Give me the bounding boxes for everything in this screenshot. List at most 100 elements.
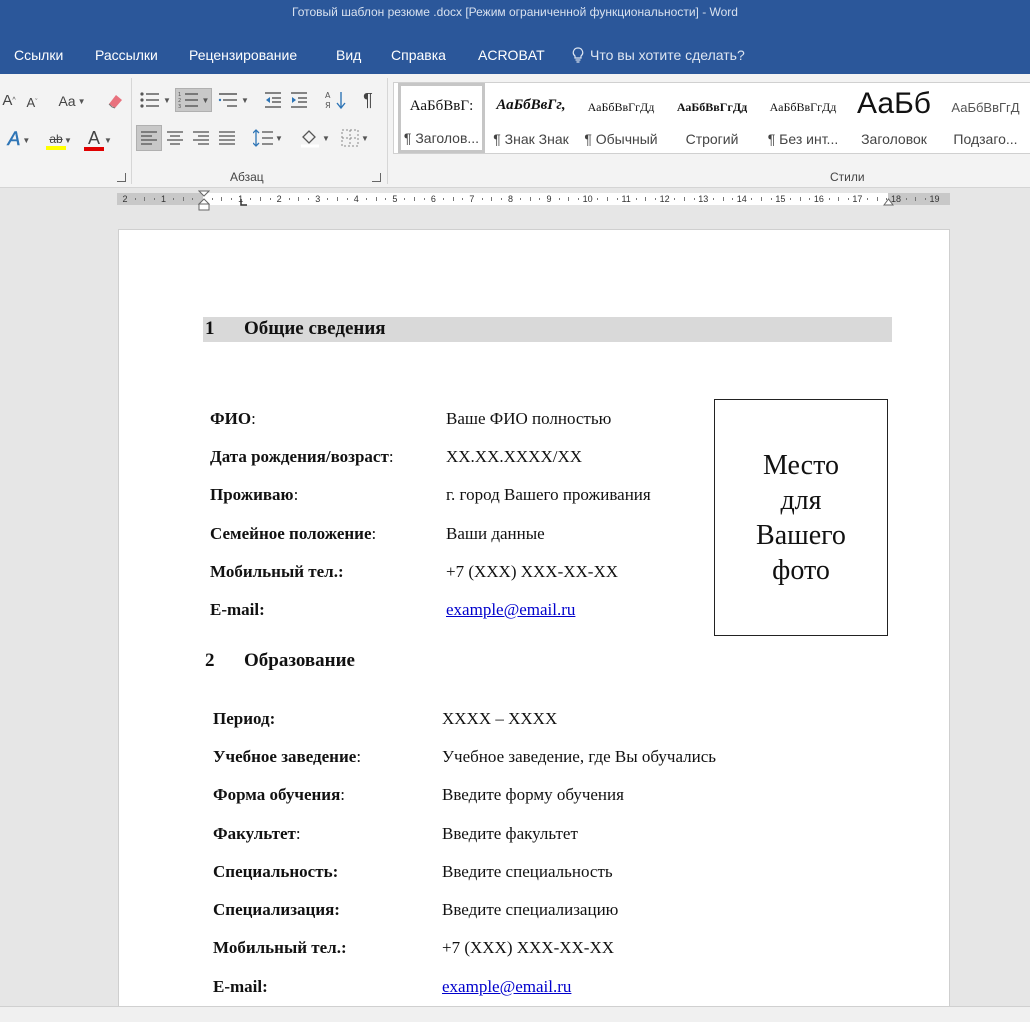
style-no-spacing[interactable]: АаБбВвГгДд ¶ Без инт...: [758, 83, 848, 153]
ruler-tick: [876, 197, 878, 201]
email-link[interactable]: example@email.ru: [446, 600, 575, 620]
ruler-tick: [211, 198, 213, 200]
ruler-tick: [712, 198, 714, 200]
tab-review[interactable]: Рецензирование: [189, 30, 297, 74]
photo-placeholder[interactable]: Место для Вашего фото: [714, 399, 888, 636]
ruler-number: 10: [582, 194, 593, 204]
increase-indent-button[interactable]: [287, 88, 311, 112]
sort-button[interactable]: AЯ: [323, 88, 349, 112]
borders-icon: [341, 129, 359, 147]
style-title[interactable]: АаБб Заголовок: [850, 83, 938, 153]
grow-font-icon: A: [2, 91, 13, 109]
tell-me-label: Что вы хотите сделать?: [590, 47, 745, 63]
align-center-button[interactable]: [163, 125, 187, 151]
value-mobile[interactable]: +7 (XXX) XXX-XX-XX: [446, 562, 618, 582]
tab-view[interactable]: Вид: [336, 30, 361, 74]
ruler-tick: [838, 197, 840, 201]
align-right-button[interactable]: [189, 125, 213, 151]
text-effects-button[interactable]: A ▼: [2, 128, 36, 152]
style-name: ¶ Без инт...: [767, 131, 839, 147]
label-email: E-mail:: [210, 600, 265, 619]
borders-button[interactable]: ▼: [336, 125, 374, 151]
decrease-indent-button[interactable]: [261, 88, 285, 112]
shrink-font-button[interactable]: Aˇ: [22, 92, 42, 112]
style-name: ¶ Знак Знак: [493, 131, 569, 147]
style-strong[interactable]: АаБбВвГгДд Строгий: [667, 83, 757, 153]
paragraph-dialog-launcher[interactable]: [372, 173, 381, 182]
font-color-dropdown[interactable]: ▼: [102, 134, 112, 146]
label-email: E-mail:: [213, 977, 268, 996]
show-formatting-button[interactable]: ¶: [357, 88, 379, 112]
grow-font-button[interactable]: A ^: [0, 90, 18, 110]
shrink-font-icon: A: [26, 94, 36, 110]
tab-mailings[interactable]: Рассылки: [95, 30, 158, 74]
change-case-button[interactable]: Aa ▼: [55, 90, 89, 112]
tab-help[interactable]: Справка: [391, 30, 446, 74]
highlight-color-swatch: [46, 146, 66, 150]
value-birthdate[interactable]: XX.XX.XXXX/XX: [446, 447, 582, 467]
highlight-dropdown[interactable]: ▼: [62, 134, 72, 146]
paragraph-group-label: Абзац: [230, 170, 264, 184]
tab-links[interactable]: Ссылки: [14, 30, 63, 74]
ruler-tick: [231, 198, 232, 200]
ruler-tick: [346, 198, 348, 200]
ruler-tick: [452, 197, 454, 201]
font-dialog-launcher[interactable]: [117, 173, 126, 182]
align-left-button[interactable]: [136, 125, 162, 151]
ruler-tick: [443, 198, 445, 200]
numbering-button[interactable]: 1 2 3 ▼: [175, 88, 212, 112]
line-spacing-button[interactable]: ▼: [250, 125, 286, 151]
ruler-left-margin: [117, 193, 203, 205]
ruler-number: 13: [698, 194, 709, 204]
value-marital-status[interactable]: Ваши данные: [446, 524, 545, 544]
value-period[interactable]: XXXX – XXXX: [442, 709, 557, 729]
group-separator: [387, 78, 388, 184]
ruler-number: 8: [507, 194, 514, 204]
value-mobile[interactable]: +7 (XXX) XXX-XX-XX: [442, 938, 614, 958]
value-residence[interactable]: г. город Вашего проживания: [446, 485, 651, 505]
value-specialty[interactable]: Введите специальность: [442, 862, 613, 882]
highlighter-icon: ab: [49, 132, 63, 146]
style-sample: АаБбВвГ:: [409, 98, 474, 114]
shading-button[interactable]: ▼: [296, 125, 334, 151]
ruler-tick: [693, 198, 695, 200]
horizontal-ruler[interactable]: 2 1 1 2 3 4 5 6 7 8 9 10 11 12 13 14 15 16 17 18 19: [0, 189, 1030, 211]
style-char[interactable]: АаБбВвГг, ¶ Знак Знак: [488, 83, 574, 153]
bullets-button[interactable]: ▼: [138, 88, 172, 112]
ruler-tick: [192, 198, 194, 200]
ruler-number: 12: [659, 194, 670, 204]
value-institution[interactable]: Учебное заведение, где Вы обучались: [442, 747, 716, 767]
email-link[interactable]: example@email.ru: [442, 977, 571, 997]
lightbulb-icon: [572, 47, 584, 63]
ruler-tick: [867, 198, 869, 200]
multilevel-list-button[interactable]: ▼: [216, 88, 250, 112]
clear-formatting-button[interactable]: [102, 90, 128, 112]
photo-text-line: Вашего: [756, 519, 846, 551]
ruler-tick: [616, 198, 618, 200]
value-specialization[interactable]: Введите специализацию: [442, 900, 618, 920]
ruler-number: 4: [353, 194, 359, 204]
tell-me-search[interactable]: Что вы хотите сделать?: [572, 30, 745, 74]
ruler-tick: [365, 198, 367, 200]
style-heading1[interactable]: АаБбВвГ: ¶ Заголов...: [398, 83, 485, 153]
style-subtitle[interactable]: АаБбВвГгД Подзаго...: [940, 83, 1030, 153]
indent-marker-icon[interactable]: [198, 190, 210, 211]
font-color-icon: A: [87, 128, 100, 148]
change-case-icon: Aa: [58, 93, 76, 109]
style-sample: АаБбВвГгДд: [676, 100, 748, 114]
numbered-list-icon: 123: [178, 92, 198, 109]
ruler-tick: [924, 198, 926, 200]
value-fio[interactable]: Ваше ФИО полностью: [446, 409, 611, 429]
style-normal[interactable]: АаБбВвГгДд ¶ Обычный: [577, 83, 665, 153]
ruler-tick: [799, 197, 801, 201]
value-faculty[interactable]: Введите факультет: [442, 824, 578, 844]
value-study-form[interactable]: Введите форму обучения: [442, 785, 624, 805]
right-indent-marker-icon[interactable]: [883, 197, 894, 206]
text-effects-icon: A: [7, 129, 21, 151]
window-title: Готовый шаблон резюме .docx [Режим огран…: [292, 5, 738, 19]
justify-button[interactable]: [215, 125, 239, 151]
ruler-tick: [134, 198, 136, 200]
ruler-number: 14: [736, 194, 747, 204]
tab-acrobat[interactable]: ACROBAT: [478, 30, 545, 74]
tab-stop-icon[interactable]: [239, 199, 247, 207]
